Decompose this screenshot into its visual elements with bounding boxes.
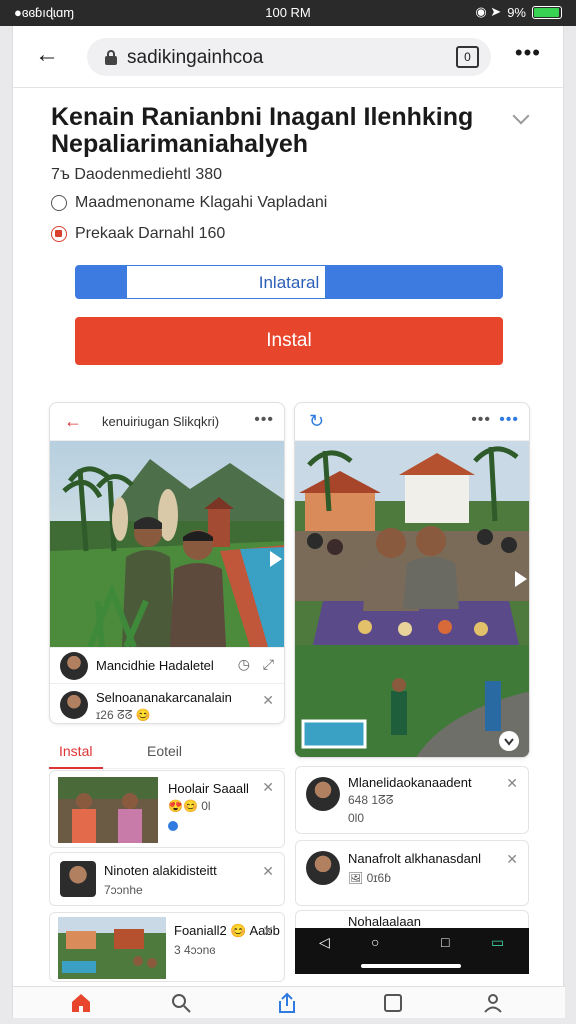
globe-icon[interactable]: ◷ [238,656,250,673]
thumbnail-image [58,917,166,979]
search-icon[interactable] [169,991,193,1015]
card-right-header: ↻ ••• ••• [295,403,529,441]
square-icon[interactable]: □ [441,934,449,950]
tab-underline [49,767,103,769]
tab-eoteil[interactable]: Eoteil [147,743,182,759]
home-icon[interactable] [69,991,93,1015]
battery-icon [532,5,562,19]
post-row[interactable]: Selnoananakarcanalain ɪ26 ᘔᘔ 😊 ✕ [50,683,284,723]
signal-icon: ◉ ➤ [475,4,502,19]
thumbnail-image [58,777,158,843]
download-progress[interactable]: Inlataral [75,265,503,299]
list-item-sub: 648 1ᘔᘔ [348,793,394,807]
avatar [60,652,88,680]
close-icon[interactable]: ✕ [262,779,274,796]
list-item[interactable]: Nanafrolt alkhanasdanl 🖼 0ɪ6ɓ ✕ [295,840,529,906]
search-icon[interactable]: ○ [371,934,379,950]
progress-label: Inlataral [258,273,320,292]
card-left-header: ← kenuiriugan Slikqkri) ••• [50,403,284,441]
screenshot-card-left[interactable]: ← kenuiriugan Slikqkri) ••• Mancidhie Ha… [49,402,285,724]
close-icon[interactable]: ✕ [262,863,274,880]
bottom-navbar [13,986,565,1018]
tabs-icon[interactable]: 0 [456,46,479,68]
back-arrow-icon[interactable]: ← [64,411,82,432]
back-icon[interactable]: ◁ [319,934,330,951]
meta-publisher-text: Maadmenoname Klagahi Vapladani [75,194,328,211]
post-sub: ɪ26 ᘔᘔ 😊 [96,708,151,722]
lock-icon [105,50,117,65]
more-icon[interactable]: ••• [471,411,491,429]
chevron-down-icon[interactable] [512,107,530,125]
list-item-title: Ninoten alakidisteitt [104,863,217,878]
status-bar: ●ɞɞɓıɖɩɑɱ 100 RM ◉ ➤ 9% [0,0,576,26]
avatar [60,691,88,719]
list-item-title: Hoolair Saaall [168,781,249,796]
more-icon[interactable]: ••• [515,42,541,64]
android-navbar: ◁ ○ □ ▭ [295,928,529,974]
mini-tabbar: Instal Eoteil [49,731,285,769]
list-item-sub: 🖼 0ɪ6ɓ [348,871,391,885]
close-icon[interactable]: ✕ [506,775,518,792]
avatar [306,777,340,811]
back-icon[interactable]: ← [35,42,61,68]
square-icon[interactable] [381,991,405,1015]
share-icon[interactable] [275,991,299,1015]
rating-icon [51,226,67,242]
refresh-icon[interactable]: ↻ [309,411,324,432]
close-icon[interactable]: ✕ [262,692,274,709]
list-item-sub2: 0l0 [348,811,365,825]
battery-text: 9% [507,4,526,20]
meta-downloads: 7ъ Daodenmediehtl 380 [51,166,222,184]
meta-downloads-text: 7ъ Daodenmediehtl 380 [51,166,223,183]
meta-publisher: Maadmenoname Klagahi Vapladani [51,194,327,212]
share-icon[interactable]: ⤢ [263,656,274,673]
post-row[interactable]: Mancidhie Hadaletel ◷ ⤢ [50,647,284,683]
info-icon [51,195,67,211]
url-text[interactable]: sadikingainhcoa [127,47,263,69]
avatar [306,851,340,885]
thumbnail-image [60,861,96,897]
post-name: Selnoananakarcanalain [96,690,232,705]
list-item-sub: 3 4ɔɔnɞ [174,943,216,957]
install-button[interactable]: Instal [75,317,503,365]
meta-rating: Prekaak Darnahl 160 [51,225,225,243]
list-item[interactable]: Mlanelidaokanaadent 648 1ᘔᘔ 0l0 ✕ [295,766,529,834]
list-item-title: Nohalaalaan [348,914,422,929]
app-title: Kenain Ranianbni Inaganl Ilenhking Nepal… [51,103,474,158]
tabs-icon[interactable]: ▭ [491,934,504,951]
list-item[interactable]: Nohalaalaan [295,910,529,930]
status-right: ◉ ➤ 9% [475,4,562,20]
list-item-sub: 😍😊 0l [168,799,211,813]
home-handle[interactable] [361,964,461,968]
list-item-title: Mlanelidaokanaadent [348,775,472,790]
list-item-sub: 7ɔɔnhe [104,883,143,897]
status-dot-icon [168,821,178,831]
browser-toolbar: ← sadikingainhcoa 0 ••• [13,26,565,88]
list-item[interactable]: Foaniall2 😊 Aabb 3 4ɔɔnɞ ✕ [49,912,285,982]
list-item[interactable]: Ninoten alakidisteitt 7ɔɔnhe ✕ [49,852,285,906]
photo-children-resort [50,441,284,647]
more-icon[interactable]: ••• [254,411,274,429]
list-item[interactable]: Hoolair Saaall 😍😊 0l ✕ [49,770,285,848]
profile-icon[interactable] [481,991,505,1015]
screenshot-card-right[interactable]: ↻ ••• ••• [294,402,530,758]
close-icon[interactable]: ✕ [506,851,518,868]
photo-children-festival [295,441,529,757]
close-icon[interactable]: ✕ [262,923,274,940]
address-bar[interactable]: sadikingainhcoa 0 [87,38,491,76]
browser-frame: ← sadikingainhcoa 0 ••• Kenain Ranianbni… [12,26,565,1018]
more-blue-icon[interactable]: ••• [499,411,519,429]
post-name: Mancidhie Hadaletel [96,658,214,673]
list-item-title: Nanafrolt alkhanasdanl [348,851,481,866]
tab-instal[interactable]: Instal [59,743,92,759]
card-left-header-text: kenuiriugan Slikqkri) [102,414,220,429]
battery-fill [534,7,560,17]
meta-rating-text: Prekaak Darnahl 160 [75,225,226,242]
